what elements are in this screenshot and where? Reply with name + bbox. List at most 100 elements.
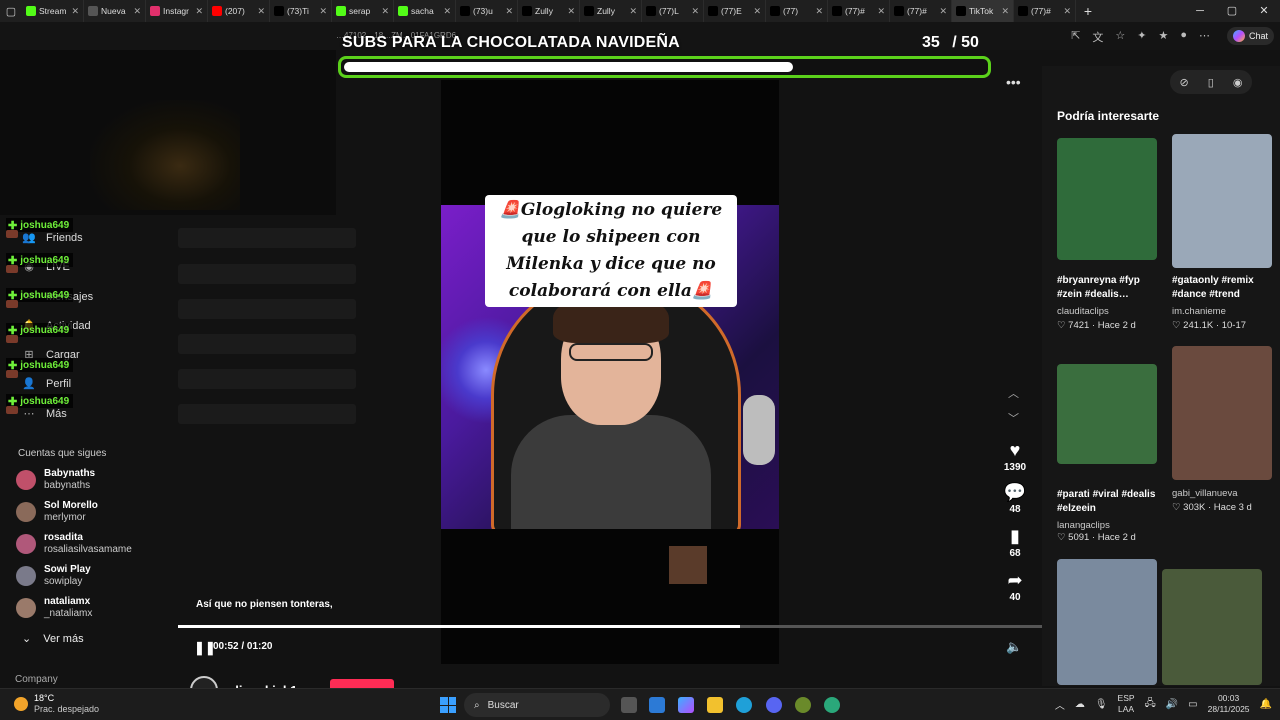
taskbar-search[interactable]: ⌕ Buscar bbox=[464, 693, 610, 717]
translate-icon[interactable]: 文 bbox=[1092, 29, 1103, 45]
see-more-button[interactable]: ⌄ Ver más bbox=[22, 632, 84, 646]
comment-button[interactable]: 💬 48 bbox=[1001, 482, 1029, 515]
recommended-video-thumbnail[interactable] bbox=[1057, 364, 1157, 464]
recommended-video-user[interactable]: gabi_villanueva bbox=[1172, 488, 1238, 500]
maximize-icon[interactable]: ▢ bbox=[1216, 0, 1248, 22]
recommended-video-user[interactable]: clauditaclips bbox=[1057, 306, 1109, 318]
sidebar-item-profile[interactable]: 👤 Perfil bbox=[22, 377, 71, 391]
save-button[interactable]: ▮ 68 bbox=[1001, 526, 1029, 559]
close-tab-icon[interactable]: ✕ bbox=[133, 6, 141, 17]
recommended-video-user[interactable]: im.chanieme bbox=[1172, 306, 1226, 318]
clock[interactable]: 00:03 28/11/2025 bbox=[1208, 693, 1250, 715]
onedrive-icon[interactable]: ☁ bbox=[1075, 699, 1085, 710]
following-account[interactable]: rosadita rosaliasilvasamame bbox=[16, 532, 132, 556]
browser-tab[interactable]: (77)E ✕ bbox=[704, 0, 766, 22]
open-app-icon[interactable]: ⇱ bbox=[1071, 29, 1080, 45]
browser-tab[interactable]: Zully ✕ bbox=[580, 0, 642, 22]
browser-tab[interactable]: TikTok ✕ bbox=[952, 0, 1014, 22]
close-tab-icon[interactable]: ✕ bbox=[505, 6, 513, 17]
browser-tab[interactable]: (77)# ✕ bbox=[1014, 0, 1076, 22]
company-link[interactable]: Company bbox=[15, 674, 58, 685]
microphone-icon[interactable]: 🎙 bbox=[1095, 699, 1108, 710]
speaker-icon[interactable]: 🔊 bbox=[1166, 699, 1178, 710]
recommended-video-thumbnail[interactable] bbox=[1172, 134, 1272, 268]
close-tab-icon[interactable]: ✕ bbox=[629, 6, 637, 17]
close-tab-icon[interactable]: ✕ bbox=[381, 6, 389, 17]
recommended-video-thumbnail[interactable] bbox=[1162, 569, 1262, 685]
network-icon[interactable]: 🖧 bbox=[1145, 696, 1156, 713]
chevron-up-icon[interactable]: ︿ bbox=[1055, 697, 1065, 712]
close-tab-icon[interactable]: ✕ bbox=[877, 6, 885, 17]
copilot-app-icon[interactable] bbox=[678, 697, 694, 713]
close-tab-icon[interactable]: ✕ bbox=[257, 6, 265, 17]
browser-tab[interactable]: (77) ✕ bbox=[766, 0, 828, 22]
close-icon[interactable]: ✕ bbox=[1248, 0, 1280, 22]
following-account[interactable]: Sowi Play sowiplay bbox=[16, 564, 91, 588]
close-tab-icon[interactable]: ✕ bbox=[691, 6, 699, 17]
tab-actions-icon[interactable]: ▢ bbox=[0, 0, 22, 22]
notifications-icon[interactable]: 🔔 bbox=[1260, 699, 1272, 710]
new-tab-button[interactable]: + bbox=[1076, 3, 1100, 19]
favorite-icon[interactable]: ☆ bbox=[1115, 29, 1125, 45]
like-button[interactable]: ♥ 1390 bbox=[1001, 440, 1029, 473]
browser-tab[interactable]: (77)# ✕ bbox=[890, 0, 952, 22]
recommended-video-thumbnail[interactable] bbox=[1172, 346, 1272, 480]
chrome-icon[interactable] bbox=[824, 697, 840, 713]
browser-tab[interactable]: (73)u ✕ bbox=[456, 0, 518, 22]
more-options-icon[interactable]: ••• bbox=[1006, 74, 1021, 90]
following-account[interactable]: Babynaths babynaths bbox=[16, 468, 95, 492]
recommended-video-caption[interactable]: #parati #viral #dealis #elzeein bbox=[1057, 488, 1165, 516]
device-icon[interactable]: ▯ bbox=[1208, 76, 1214, 89]
browser-tab[interactable]: (207) ✕ bbox=[208, 0, 270, 22]
weather-widget[interactable]: 18°C Prac. despejado bbox=[14, 693, 99, 715]
video-progress-bar[interactable] bbox=[178, 625, 1042, 628]
close-tab-icon[interactable]: ✕ bbox=[939, 6, 947, 17]
close-tab-icon[interactable]: ✕ bbox=[1001, 6, 1009, 17]
edge-icon[interactable] bbox=[736, 697, 752, 713]
windows-start-icon[interactable] bbox=[440, 697, 456, 713]
browser-tab[interactable]: Nueva ✕ bbox=[84, 0, 146, 22]
close-tab-icon[interactable]: ✕ bbox=[1063, 6, 1071, 17]
recommended-video-thumbnail[interactable] bbox=[1057, 559, 1157, 685]
following-account[interactable]: Sol Morello merlymor bbox=[16, 500, 98, 524]
following-account[interactable]: nataliamx _nataliamx bbox=[16, 596, 92, 620]
compass-icon[interactable]: ⊘ bbox=[1180, 76, 1189, 89]
menu-icon[interactable]: ⋯ bbox=[1199, 29, 1210, 45]
volume-icon[interactable]: 🔈 bbox=[1006, 639, 1022, 655]
browser-tab[interactable]: (73)Ti ✕ bbox=[270, 0, 332, 22]
close-tab-icon[interactable]: ✕ bbox=[319, 6, 327, 17]
browser-tab[interactable]: serap ✕ bbox=[332, 0, 394, 22]
browser-tab[interactable]: Instagr ✕ bbox=[146, 0, 208, 22]
browser-tab[interactable]: Stream ✕ bbox=[22, 0, 84, 22]
battery-icon[interactable]: ▭ bbox=[1188, 699, 1197, 710]
browser-tab[interactable]: Zully ✕ bbox=[518, 0, 580, 22]
close-tab-icon[interactable]: ✕ bbox=[443, 6, 451, 17]
favorites-bar-icon[interactable]: ★ bbox=[1158, 29, 1168, 45]
minimize-icon[interactable]: ─ bbox=[1184, 0, 1216, 22]
copilot-chat-button[interactable]: Chat bbox=[1226, 27, 1274, 45]
next-video-icon[interactable]: ﹀ bbox=[1008, 410, 1019, 426]
previous-video-icon[interactable]: ︿ bbox=[1008, 385, 1019, 401]
file-explorer-icon[interactable] bbox=[707, 697, 723, 713]
browser-tab[interactable]: (77)L ✕ bbox=[642, 0, 704, 22]
close-tab-icon[interactable]: ✕ bbox=[815, 6, 823, 17]
user-avatar[interactable]: ◉ bbox=[1233, 76, 1243, 89]
store-icon[interactable] bbox=[649, 697, 665, 713]
close-tab-icon[interactable]: ✕ bbox=[195, 6, 203, 17]
recommended-video-thumbnail[interactable] bbox=[1057, 138, 1157, 260]
share-button[interactable]: ➦ 40 bbox=[1001, 570, 1029, 603]
extensions-icon[interactable]: ✦ bbox=[1137, 29, 1146, 45]
language-indicator[interactable]: ESP LAA bbox=[1118, 693, 1135, 715]
recommended-video-caption[interactable]: #bryanreyna #fyp #zein #dealis… bbox=[1057, 274, 1165, 302]
sidebar-item-friends[interactable]: 👥 Friends bbox=[22, 231, 83, 245]
close-tab-icon[interactable]: ✕ bbox=[753, 6, 761, 17]
profile-avatar[interactable]: ● bbox=[1180, 29, 1187, 45]
app-icon[interactable] bbox=[795, 697, 811, 713]
discord-icon[interactable] bbox=[766, 697, 782, 713]
browser-tab[interactable]: (77)# ✕ bbox=[828, 0, 890, 22]
sidebar-item-more[interactable]: ⋯ Más bbox=[22, 407, 67, 421]
task-view-icon[interactable] bbox=[621, 697, 637, 713]
recommended-video-caption[interactable]: #gataonly #remix #dance #trend bbox=[1172, 274, 1280, 302]
close-tab-icon[interactable]: ✕ bbox=[71, 6, 79, 17]
recommended-video-user[interactable]: lanangaclips bbox=[1057, 520, 1110, 532]
